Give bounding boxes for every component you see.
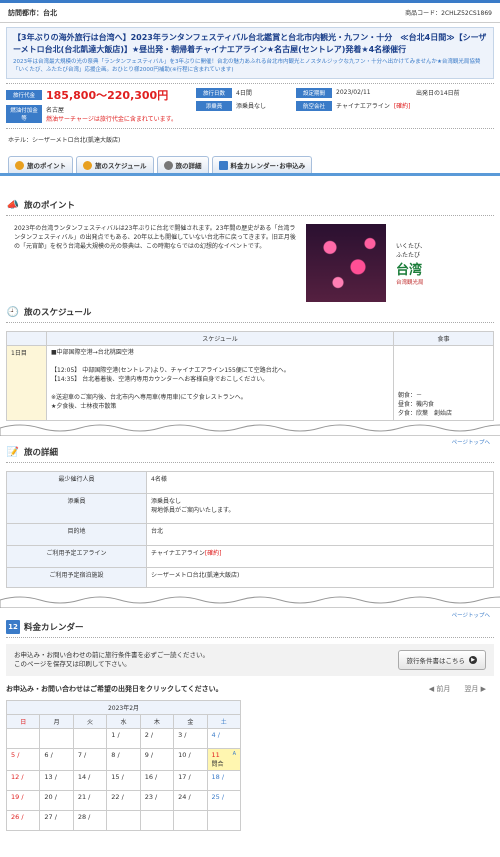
point-heading: 旅のポイント — [24, 201, 76, 211]
calendar-day: 24 / — [173, 790, 208, 811]
tour-description: 2023年は台湾最大規模の光の祭典「ランタンフェスティバル」を3年ぶりに開催！台… — [13, 59, 481, 73]
price-label: 旅行代金 — [6, 90, 42, 100]
date-value: 2023/02/11 — [336, 89, 371, 96]
calendar-day: 27 / — [39, 810, 74, 831]
point-text: 2023年の台湾ランタンフェスティバルは23年ぶりに台北で開催されます。23年間… — [14, 225, 296, 250]
tour-days: 4日間 — [236, 90, 252, 97]
calendar-day: 21 / — [72, 790, 108, 811]
tour-info: 旅行代金 185,800〜220,300円 燃油付加金等 名古屋燃油サーチャージは… — [6, 83, 494, 126]
airline-label: 航空会社 — [296, 100, 332, 111]
prev-month-button[interactable]: ◀ 前月 — [429, 684, 451, 694]
calendar-day: 7 / — [72, 748, 108, 771]
section-tabs: 旅のポイント 旅のスケジュール 旅の詳細 料金カレンダー･お申込み — [0, 156, 500, 176]
airline-value: チャイナエアライン — [336, 103, 390, 110]
arrow-right-icon: ▶ — [469, 656, 477, 664]
calendar-instruction: お申込み・お問い合わせはご希望の出発日をクリックしてください。 — [6, 685, 223, 693]
weekday-header: 土 — [206, 714, 242, 729]
hotel-line: ホテル：シーザーメトロ台北(凱達大飯店) — [6, 128, 494, 150]
taiwan-tourism-logo: いくたび、 ふたたび 台湾 台湾観光局 — [396, 242, 427, 286]
tour-price: 185,800〜220,300円 — [46, 89, 169, 102]
calendar-day: 20 / — [39, 790, 74, 811]
day-status: 問合 — [211, 761, 224, 768]
pagetop-link-2[interactable]: ページトップへ — [452, 611, 490, 619]
departure-city: 名古屋 — [46, 107, 65, 114]
calendar-day: 12 / — [5, 770, 41, 791]
schedule-heading: 旅のスケジュール — [24, 308, 92, 318]
calendar-day: 19 / — [5, 790, 41, 811]
arrow-icon — [15, 160, 24, 170]
calendar-day: 28 / — [72, 810, 108, 831]
calendar-icon: 12 — [6, 620, 20, 634]
calendar-day: 2 / — [139, 728, 175, 749]
top-bar: 訪問都市：台北 商品コード：2CHLZ52CS1869 — [0, 3, 500, 23]
megaphone-icon: 📣 — [6, 199, 20, 211]
weekday-header: 水 — [106, 714, 141, 729]
tab-calendar[interactable]: 料金カレンダー･お申込み — [211, 156, 313, 173]
conductor-label: 添乗員 — [196, 100, 232, 111]
detail-table: 最少催行人員 4名様 添乗員 添乗員なし 現地係員がご案内いたします。 目的地 台北 … — [6, 471, 494, 588]
calendar-day: 4 / — [206, 728, 242, 749]
schedule-table: スケジュール 食事 1日目 ■中部国際空港→台北桃園空港 【12:05】 中部国際… — [6, 331, 494, 421]
calendar-day: 5 / — [5, 748, 41, 771]
fuel-label: 燃油付加金等 — [6, 105, 42, 123]
visit-city: 訪問都市：台北 — [8, 8, 57, 17]
calendar-day: 6 / — [39, 748, 74, 771]
calendar-day: 16 / — [139, 770, 175, 791]
calendar-day: 23 / — [139, 790, 175, 811]
booking-deadline: 出発日の14日前 — [416, 90, 460, 97]
availability-badge: A — [232, 751, 236, 757]
section-calendar: 12 料金カレンダー お申込み・お問い合わせの前に旅行条件書を必ずご一読ください。… — [5, 620, 494, 831]
calendar-heading: 料金カレンダー — [24, 623, 84, 633]
calendar-day: 9 / — [139, 748, 175, 771]
days-label: 旅行日数 — [196, 87, 232, 98]
section-point: 📣 旅のポイント 2023年の台湾ランタンフェスティバルは23年ぶりに台北で開催さ… — [6, 198, 494, 302]
calendar-day: 8 / — [106, 748, 141, 771]
clock-icon — [83, 160, 92, 170]
calendar-day: 26 / — [5, 810, 41, 831]
clock-icon: 🕘 — [6, 306, 20, 318]
airline-flag: [確約] — [393, 103, 411, 110]
tour-title-box: 【3年ぶりの海外旅行は台湾へ】2023年ランタンフェスティバル台北鑑賞と台北市内… — [6, 27, 494, 79]
calendar-day: 14 / — [72, 770, 108, 791]
section-detail: 📝 旅の詳細 最少催行人員 4名様 添乗員 添乗員なし 現地係員がご案内いたします。 … — [6, 445, 494, 588]
tour-title: 【3年ぶりの海外旅行は台湾へ】2023年ランタンフェスティバル台北鑑賞と台北市内… — [13, 33, 487, 54]
torn-edge — [0, 596, 500, 608]
document-icon — [163, 160, 173, 170]
weekday-header: 火 — [72, 714, 108, 729]
detail-heading: 旅の詳細 — [24, 448, 59, 458]
calendar-day[interactable]: 11 A 問合 — [206, 748, 242, 771]
calendar-day: 13 / — [39, 770, 74, 791]
date-label: 設定期間 — [296, 87, 332, 98]
torn-edge — [0, 424, 500, 436]
calendar-day: 25 / — [206, 790, 242, 811]
calendar-day: 10 / — [173, 748, 208, 771]
weekday-header: 日 — [5, 714, 41, 729]
section-schedule: 🕘 旅のスケジュール スケジュール 食事 1日目 ■中部国際空港→台北桃園空港 【1… — [6, 305, 494, 421]
tab-detail[interactable]: 旅の詳細 — [156, 156, 209, 173]
calendar-day: 22 / — [106, 790, 141, 811]
next-month-button[interactable]: 翌月 ▶ — [464, 684, 486, 694]
weekday-header: 金 — [173, 714, 208, 729]
weekday-header: 木 — [139, 714, 175, 729]
price-calendar: 2023年2月 日月火水木金土 1 /2 /3 /4 /5 /6 /7 /8 /… — [5, 700, 242, 831]
calendar-day: 15 / — [106, 770, 141, 791]
fuel-note: 燃油サーチャージは旅行代金に含まれています。 — [46, 116, 178, 123]
tab-schedule[interactable]: 旅のスケジュール — [76, 156, 154, 173]
calendar-day: 3 / — [173, 728, 208, 749]
calendar-icon — [218, 160, 228, 170]
calendar-day: 17 / — [173, 770, 208, 791]
tab-point[interactable]: 旅のポイント — [8, 156, 73, 173]
lantern-photo — [306, 224, 386, 302]
conditions-button[interactable]: 旅行条件書はこちら ▶ — [397, 650, 486, 670]
document-icon: 📝 — [6, 446, 20, 458]
weekday-header: 月 — [39, 714, 74, 729]
calendar-day: 1 / — [106, 728, 141, 749]
calendar-day: 18 / — [206, 770, 242, 791]
product-code: 商品コード：2CHLZ52CS1869 — [405, 10, 492, 17]
schedule-day: 1日目 — [6, 345, 47, 421]
conductor-value: 添乗員なし — [236, 103, 267, 110]
